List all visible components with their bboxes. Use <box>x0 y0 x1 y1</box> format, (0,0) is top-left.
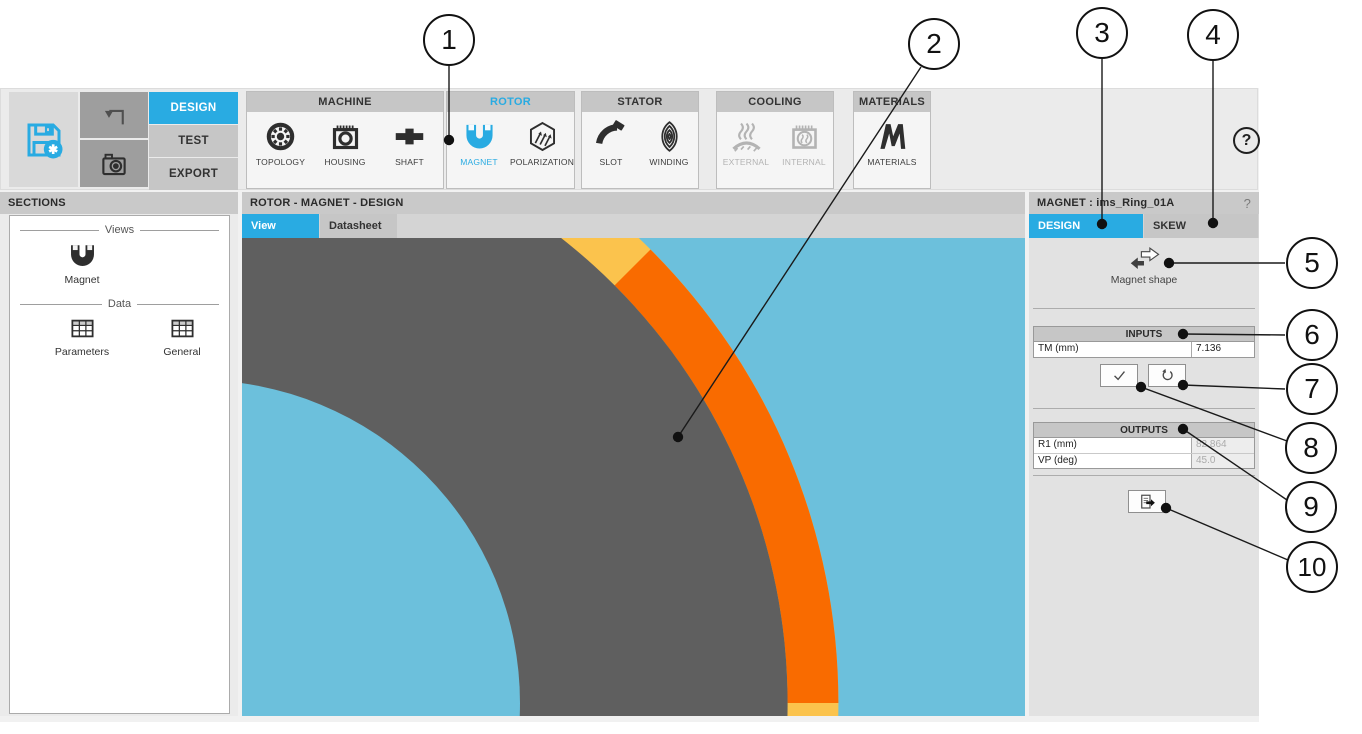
group-rotor: ROTOR MAGNET POLARIZATION <box>446 91 575 189</box>
import-button[interactable] <box>80 92 148 138</box>
ribbon-item-winding[interactable]: WINDING <box>640 120 698 167</box>
divider <box>1033 308 1255 309</box>
data-group-label: Data <box>20 298 219 310</box>
topology-icon <box>264 120 297 153</box>
group-machine-title: MACHINE <box>247 92 443 112</box>
callout-7: 7 <box>1286 363 1338 415</box>
output-value-vp: 45.0 <box>1192 454 1254 468</box>
check-icon <box>1111 367 1128 384</box>
tab-view[interactable]: View <box>242 214 320 238</box>
tab-export[interactable]: EXPORT <box>149 158 238 190</box>
group-stator: STATOR SLOT WINDING <box>581 91 699 189</box>
group-materials: MATERIALS MATERIALS <box>853 91 931 189</box>
panel-tab-bar: DESIGN SKEW <box>1029 214 1259 238</box>
export-document-icon <box>1137 493 1157 511</box>
main-tab-bar: View Datasheet <box>242 214 1025 238</box>
sections-box: Views Magnet Data Parameters General <box>9 215 230 714</box>
callout-4: 4 <box>1187 9 1239 61</box>
materials-icon <box>876 120 909 153</box>
shaft-icon <box>393 120 426 153</box>
views-group-label: Views <box>20 224 219 236</box>
table-row: TM (mm) 7.136 <box>1034 342 1254 357</box>
group-machine: MACHINE TOPOLOGY HOUSING SHAFT <box>246 91 444 189</box>
callout-5: 5 <box>1286 237 1338 289</box>
reset-button[interactable] <box>1148 364 1186 387</box>
sections-header: SECTIONS <box>0 192 238 214</box>
magnet-icon <box>463 120 496 153</box>
outputs-table: OUTPUTS R1 (mm) 82.864 VP (deg) 45.0 <box>1033 422 1255 469</box>
outputs-header: OUTPUTS <box>1034 423 1254 438</box>
tab-datasheet[interactable]: Datasheet <box>320 214 398 238</box>
input-label-tm: TM (mm) <box>1034 342 1192 357</box>
tab-panel-design[interactable]: DESIGN <box>1029 214 1144 238</box>
import-arrow-icon <box>100 101 128 129</box>
divider <box>1033 475 1255 476</box>
save-icon <box>24 120 64 160</box>
ribbon-item-shaft[interactable]: SHAFT <box>379 120 441 167</box>
callout-6: 6 <box>1286 309 1338 361</box>
group-materials-title: MATERIALS <box>854 92 930 112</box>
ribbon-item-materials[interactable]: MATERIALS <box>861 120 923 167</box>
reset-icon <box>1159 368 1175 384</box>
output-value-r1: 82.864 <box>1192 438 1254 453</box>
sidebar-item-general[interactable]: General <box>130 315 234 358</box>
callout-3: 3 <box>1076 7 1128 59</box>
tab-design[interactable]: DESIGN <box>149 92 238 124</box>
tab-panel-skew[interactable]: SKEW <box>1144 214 1259 238</box>
sidebar-item-magnet[interactable]: Magnet <box>30 241 134 286</box>
general-table-icon <box>169 315 196 342</box>
tab-test[interactable]: TEST <box>149 125 238 157</box>
inputs-table: INPUTS TM (mm) 7.136 <box>1033 326 1255 358</box>
ribbon-item-slot[interactable]: SLOT <box>582 120 640 167</box>
ribbon-item-topology[interactable]: TOPOLOGY <box>250 120 312 167</box>
ribbon-item-magnet[interactable]: MAGNET <box>448 120 510 167</box>
magnet-panel-body: Magnet shape INPUTS TM (mm) 7.136 OUTPUT… <box>1029 238 1259 716</box>
export-data-button[interactable] <box>1128 490 1166 513</box>
ribbon-item-housing[interactable]: HOUSING <box>314 120 376 167</box>
rotor-view-canvas[interactable] <box>242 238 1025 716</box>
housing-icon <box>329 120 362 153</box>
group-rotor-title: ROTOR <box>447 92 574 112</box>
ribbon-item-internal: INTERNAL <box>775 120 833 167</box>
parameters-table-icon <box>69 315 96 342</box>
ribbon-item-polarization[interactable]: POLARIZATION <box>511 120 573 167</box>
save-button[interactable] <box>9 92 78 187</box>
table-row: R1 (mm) 82.864 <box>1034 438 1254 453</box>
output-label-vp: VP (deg) <box>1034 454 1192 468</box>
sections-panel: Views Magnet Data Parameters General <box>0 214 238 716</box>
magnet-shape-arrows-icon <box>1129 246 1160 271</box>
input-value-tm[interactable]: 7.136 <box>1192 342 1254 357</box>
divider <box>1033 408 1255 409</box>
group-cooling: COOLING EXTERNAL INTERNAL <box>716 91 834 189</box>
app-window: DESIGN TEST EXPORT MACHINE TOPOLOGY HOUS… <box>0 0 1362 734</box>
callout-1: 1 <box>423 14 475 66</box>
magnet-icon <box>68 241 97 270</box>
rotor-cross-section <box>242 238 1025 716</box>
toolbar: DESIGN TEST EXPORT MACHINE TOPOLOGY HOUS… <box>0 88 1258 190</box>
winding-icon <box>653 120 686 153</box>
table-row: VP (deg) 45.0 <box>1034 453 1254 468</box>
output-label-r1: R1 (mm) <box>1034 438 1192 453</box>
help-icon[interactable]: ? <box>1233 127 1260 154</box>
callout-10: 10 <box>1286 541 1338 593</box>
magnet-panel-title: MAGNET : ims_Ring_01A ? <box>1029 192 1259 214</box>
callout-9: 9 <box>1285 481 1337 533</box>
screenshot-button[interactable] <box>80 140 148 187</box>
callout-8: 8 <box>1285 422 1337 474</box>
ribbon-item-external: EXTERNAL <box>717 120 775 167</box>
panel-help-icon[interactable]: ? <box>1244 196 1251 211</box>
external-cooling-icon <box>730 120 763 153</box>
apply-button[interactable] <box>1100 364 1138 387</box>
group-stator-title: STATOR <box>582 92 698 112</box>
sidebar-item-parameters[interactable]: Parameters <box>28 315 136 358</box>
group-cooling-title: COOLING <box>717 92 833 112</box>
main-view-title: ROTOR - MAGNET - DESIGN <box>242 192 1025 214</box>
magnet-shape-button[interactable]: Magnet shape <box>1029 246 1259 286</box>
slot-icon <box>595 120 628 153</box>
inputs-header: INPUTS <box>1034 327 1254 342</box>
camera-icon <box>99 149 129 179</box>
internal-cooling-icon <box>788 120 821 153</box>
callout-2: 2 <box>908 18 960 70</box>
polarization-icon <box>526 120 559 153</box>
